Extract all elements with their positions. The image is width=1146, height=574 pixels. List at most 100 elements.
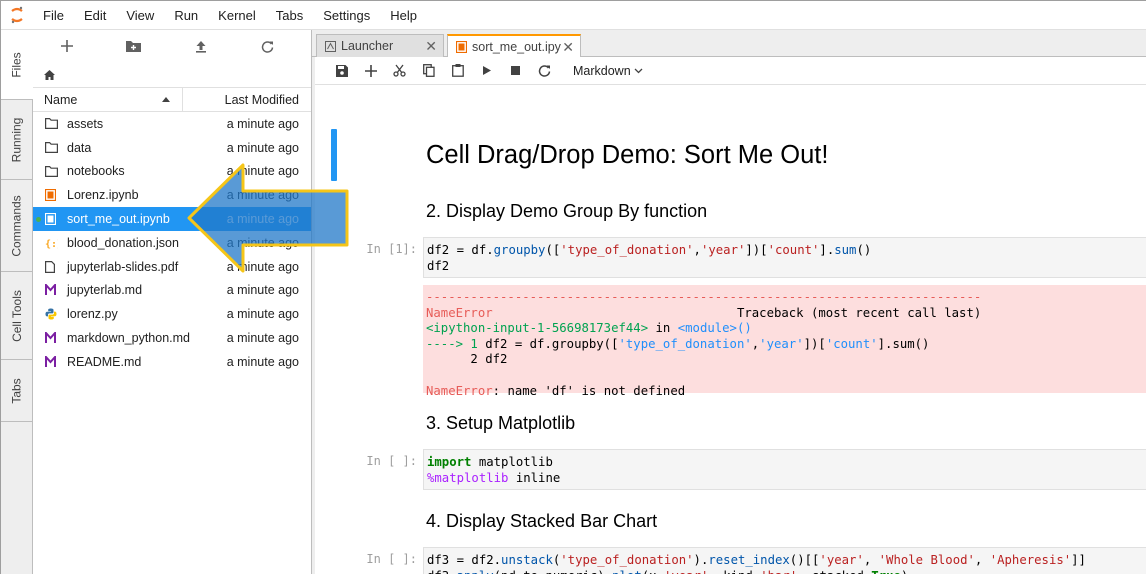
file-list-item[interactable]: README.md a minute ago (33, 350, 311, 374)
menu-run[interactable]: Run (164, 1, 208, 30)
notebook-toolbar: Markdown (315, 57, 1146, 85)
file-modified: a minute ago (226, 140, 299, 155)
file-modified: a minute ago (226, 307, 299, 322)
copy-icon (422, 64, 435, 77)
left-tab-label: Cell Tools (9, 289, 24, 342)
menu-view[interactable]: View (116, 1, 164, 30)
cell-collapser[interactable] (331, 129, 337, 181)
copy-button[interactable] (414, 57, 443, 85)
close-icon[interactable]: ✕ (425, 38, 437, 55)
run-button[interactable] (472, 57, 501, 85)
file-list-item[interactable]: assets a minute ago (33, 112, 311, 136)
refresh-button[interactable] (234, 30, 301, 62)
cut-button[interactable] (385, 57, 414, 85)
cell-type-value: Markdown (573, 63, 631, 78)
section-heading-stacked-bar: 4. Display Stacked Bar Chart (426, 511, 658, 531)
cell-prompt: In [ ]: (366, 552, 417, 566)
stop-button[interactable] (501, 57, 530, 85)
code-cell-input[interactable]: import matplotlib %matplotlib inline (423, 449, 1146, 490)
markdown-icon (45, 332, 67, 344)
file-list-item[interactable]: markdown_python.md a minute ago (33, 326, 311, 350)
save-button[interactable] (327, 57, 356, 85)
file-name: notebooks (67, 164, 125, 179)
code-cell-input[interactable]: df3 = df2.unstack('type_of_donation').re… (423, 547, 1146, 574)
left-tab-running[interactable]: Running (1, 100, 32, 180)
cell-prompt: In [ ]: (366, 454, 417, 468)
section-heading-matplotlib: 3. Setup Matplotlib (426, 413, 576, 433)
file-list-item[interactable]: jupyterlab-slides.pdf a minute ago (33, 255, 311, 279)
markdown-icon (45, 284, 67, 296)
file-list-item[interactable]: {:} blood_donation.json a minute ago (33, 231, 311, 255)
markdown-icon (45, 355, 67, 368)
paste-icon (451, 64, 464, 77)
left-tab-files[interactable]: Files (1, 30, 33, 100)
tab-sort-me-out[interactable]: sort_me_out.ipy ✕ (447, 34, 581, 58)
file-modified: a minute ago (226, 354, 299, 369)
error-message: : name 'df' is not defined (492, 383, 686, 398)
notebook-panel: Markdown Cell Drag/Drop Demo: Sort Me Ou… (315, 57, 1146, 574)
error-output: ----------------------------------------… (423, 285, 1146, 398)
file-list-item[interactable]: sort_me_out.ipynb a minute ago (33, 207, 311, 231)
menu-help[interactable]: Help (380, 1, 427, 30)
column-header-modified[interactable]: Last Modified (183, 93, 311, 107)
left-tab-cell-tools[interactable]: Cell Tools (1, 272, 32, 360)
folder-icon (45, 142, 67, 154)
cell-type-select[interactable]: Markdown (573, 64, 643, 78)
breadcrumb[interactable] (33, 62, 311, 87)
stop-icon (511, 66, 520, 75)
file-list-item[interactable]: lorenz.py a minute ago (33, 302, 311, 326)
document-tab-bar: Launcher ✕ sort_me_out.ipy ✕ (312, 30, 1146, 58)
chevron-down-icon (634, 68, 643, 73)
file-modified: a minute ago (226, 331, 299, 346)
column-name-label: Name (44, 92, 78, 107)
menu-settings[interactable]: Settings (313, 1, 380, 30)
file-modified: a minute ago (226, 116, 299, 131)
home-icon (44, 69, 55, 80)
file-list-item[interactable]: jupyterlab.md a minute ago (33, 279, 311, 303)
left-tab-commands[interactable]: Commands (1, 180, 32, 272)
add-cell-button[interactable] (356, 57, 385, 85)
running-indicator-icon (36, 216, 41, 222)
paste-button[interactable] (443, 57, 472, 85)
error-message-name: NameError (426, 383, 493, 398)
notebook-icon (456, 41, 467, 53)
file-browser-toolbar (33, 30, 311, 62)
file-list-item[interactable]: data a minute ago (33, 136, 311, 160)
plus-icon (60, 40, 73, 52)
file-name: Lorenz.ipynb (67, 188, 139, 203)
tab-label: Launcher (341, 39, 394, 53)
menu-kernel[interactable]: Kernel (208, 1, 266, 30)
file-name: lorenz.py (67, 307, 118, 322)
file-name: jupyterlab.md (67, 283, 143, 298)
cell-prompt: In [1]: (366, 242, 417, 256)
file-name: markdown_python.md (67, 331, 190, 346)
json-icon: {:} (45, 237, 67, 249)
left-tab-tabs[interactable]: Tabs (1, 360, 32, 422)
section-heading-group-by: 2. Display Demo Group By function (426, 201, 708, 221)
error-line-2: 2 df2 (426, 352, 508, 367)
file-name: README.md (67, 354, 142, 369)
file-modified: a minute ago (226, 164, 299, 179)
menu-file[interactable]: File (33, 1, 74, 30)
new-folder-button[interactable] (100, 30, 167, 62)
error-module: <module>() (677, 321, 752, 336)
menu-edit[interactable]: Edit (74, 1, 116, 30)
tab-launcher[interactable]: Launcher ✕ (316, 34, 444, 57)
menu-tabs[interactable]: Tabs (266, 1, 313, 30)
code-cell-input[interactable]: df2 = df.groupby(['type_of_donation','ye… (423, 237, 1146, 278)
restart-button[interactable] (530, 57, 559, 85)
notebook-icon (45, 189, 67, 202)
sort-ascending-icon (162, 97, 170, 102)
file-list-item[interactable]: notebooks a minute ago (33, 160, 311, 184)
error-arrow-prefix: ----> 1 (426, 336, 478, 351)
file-name: jupyterlab-slides.pdf (67, 259, 179, 274)
file-list-item[interactable]: Lorenz.ipynb a minute ago (33, 183, 311, 207)
upload-button[interactable] (167, 30, 234, 62)
error-name: NameError (426, 305, 493, 320)
file-name: data (67, 140, 92, 155)
file-icon (45, 260, 67, 273)
error-dashes: ----------------------------------------… (426, 290, 982, 304)
close-icon[interactable]: ✕ (562, 39, 574, 56)
new-launcher-button[interactable] (33, 30, 100, 62)
column-header-name[interactable]: Name (33, 87, 183, 112)
